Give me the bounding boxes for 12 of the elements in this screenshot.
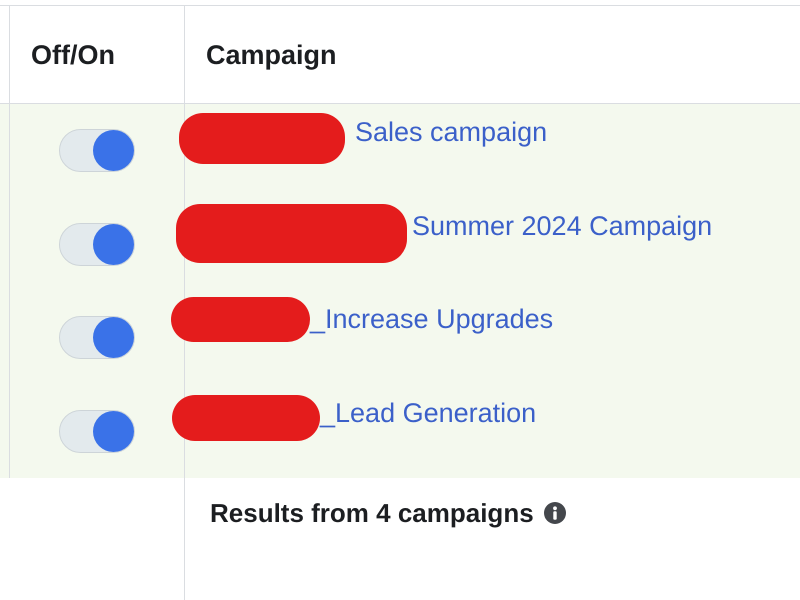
toggle-switch[interactable] <box>59 316 135 360</box>
toggle-switch[interactable] <box>59 222 135 266</box>
toggle-switch[interactable] <box>59 410 135 453</box>
toggle-switch[interactable] <box>59 129 135 172</box>
campaign-link[interactable]: Sales campaign <box>355 116 548 148</box>
campaign-link[interactable]: _Lead Generation <box>320 396 536 428</box>
column-header: Off/On <box>31 38 115 70</box>
results-summary: Results from 4 campaigns <box>210 497 534 529</box>
campaign-link[interactable]: Summer 2024 Campaign <box>412 210 712 242</box>
campaign-link[interactable]: _Increase Upgrades <box>310 303 554 335</box>
info-icon[interactable] <box>544 502 566 524</box>
column-header: Campaign <box>206 38 337 70</box>
